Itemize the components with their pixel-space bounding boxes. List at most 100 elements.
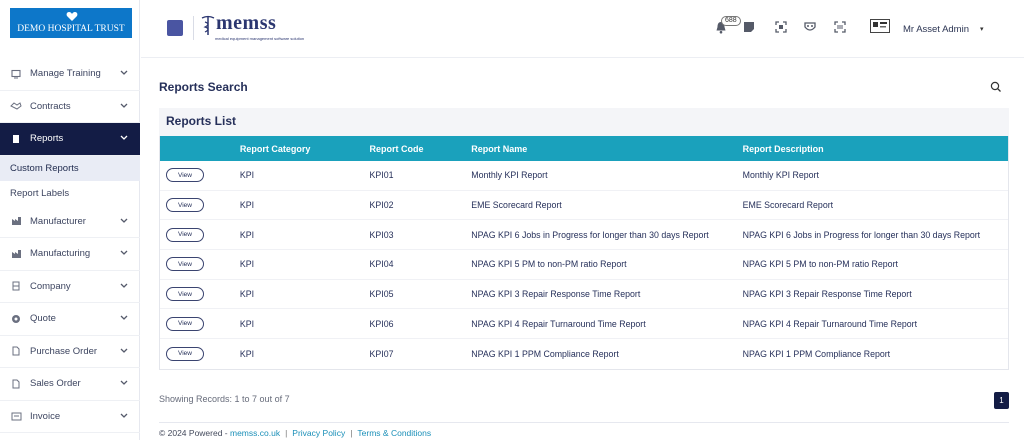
column-header-name[interactable]: Report Name (471, 144, 742, 154)
cell-code: KPI07 (369, 348, 394, 359)
reports-list-header: Reports List (159, 108, 1009, 136)
sidebar-subitem-report-labels[interactable]: Report Labels (0, 181, 140, 206)
cell-name: NPAG KPI 5 PM to non-PM ratio Report (471, 259, 627, 270)
file-icon (10, 378, 22, 390)
cell-name: NPAG KPI 4 Repair Turnaround Time Report (471, 318, 646, 329)
factory-icon (10, 215, 22, 227)
monitor-icon (10, 68, 22, 80)
chevron-down-icon (120, 133, 130, 144)
view-button[interactable]: View (166, 198, 204, 213)
column-header-description[interactable]: Report Description (743, 144, 1008, 154)
chevron-down-icon (120, 346, 130, 357)
footer-site-link[interactable]: memss.co.uk (230, 428, 280, 438)
cell-name: NPAG KPI 6 Jobs in Progress for longer t… (471, 229, 709, 240)
cell-description: Monthly KPI Report (742, 170, 819, 181)
cell-category: KPI (239, 229, 255, 240)
main-content: Reports Search Reports List Report Categ… (141, 59, 1024, 440)
cell-name: NPAG KPI 1 PPM Compliance Report (471, 348, 619, 359)
sidebar-item-label: Contracts (30, 100, 71, 112)
table-header-row: Report Category Report Code Report Name … (160, 136, 1008, 161)
footer-separator: | (285, 428, 288, 438)
sidebar-item-label: Manufacturing (30, 248, 91, 260)
table-row: View KPI KPI07 NPAG KPI 1 PPM Compliance… (160, 339, 1008, 369)
cell-code: KPI03 (369, 229, 394, 240)
cell-code: KPI01 (369, 170, 394, 181)
sidebar-item-contracts[interactable]: Contracts (0, 91, 140, 123)
user-name[interactable]: Mr Asset Admin (903, 24, 969, 35)
sidebar-item-invoice[interactable]: Invoice (0, 401, 140, 433)
cell-description: NPAG KPI 5 PM to non-PM ratio Report (742, 259, 898, 270)
chevron-down-icon (120, 248, 130, 259)
cell-code: KPI05 (369, 289, 394, 300)
sidebar-item-reports[interactable]: Reports (0, 123, 140, 156)
chevron-down-icon (120, 101, 130, 112)
mask-icon[interactable] (803, 20, 817, 34)
footer-terms-link[interactable]: Terms & Conditions (357, 428, 431, 438)
divider (193, 16, 194, 40)
brand-name: DEMO HOSPITAL TRUST (17, 24, 125, 34)
sidebar-item-label: Manage Training (30, 68, 101, 80)
barcode-scan-icon[interactable] (833, 20, 847, 34)
chevron-down-icon (120, 411, 130, 422)
cell-name: NPAG KPI 3 Repair Response Time Report (471, 289, 641, 300)
sidebar-item-manufacturing[interactable]: Manufacturing (0, 238, 140, 271)
view-button[interactable]: View (166, 316, 204, 331)
cell-description: EME Scorecard Report (742, 200, 834, 211)
column-header-category[interactable]: Report Category (240, 144, 370, 154)
cell-category: KPI (239, 170, 255, 181)
notification-count-badge: 688 (721, 16, 741, 26)
view-button[interactable]: View (166, 168, 204, 183)
search-icon[interactable] (990, 80, 1002, 92)
cell-category: KPI (239, 318, 255, 329)
sidebar-item-purchase-order[interactable]: Purchase Order (0, 336, 140, 368)
sidebar-item-label: Quote (30, 313, 56, 325)
memss-logo[interactable]: memss medical equipment management softw… (201, 12, 305, 44)
sidebar-item-manage-training[interactable]: Manage Training (0, 58, 140, 91)
footer: © 2024 Powered - memss.co.uk | Privacy Pol… (159, 422, 1009, 438)
table-row: View KPI KPI06 NPAG KPI 4 Repair Turnaro… (160, 309, 1008, 340)
view-button[interactable]: View (166, 257, 204, 272)
table-row: View KPI KPI04 NPAG KPI 5 PM to non-PM r… (160, 250, 1008, 280)
logo-tagline: medical equipment management software so… (215, 36, 305, 41)
brand-logo[interactable]: DEMO HOSPITAL TRUST (10, 8, 132, 38)
sidebar-item-sales-order[interactable]: Sales Order (0, 368, 140, 401)
pagination-page-1[interactable]: 1 (994, 392, 1009, 409)
qr-scan-icon[interactable] (774, 20, 788, 34)
logo-text: memss (216, 12, 277, 34)
table-row: View KPI KPI02 EME Scorecard Report EME … (160, 191, 1008, 221)
sidebar-item-label: Sales Order (30, 378, 81, 390)
cell-description: NPAG KPI 1 PPM Compliance Report (742, 348, 891, 359)
sidebar-item-manufacturer[interactable]: Manufacturer (0, 206, 140, 238)
footer-privacy-link[interactable]: Privacy Policy (292, 428, 345, 438)
reports-table: Report Category Report Code Report Name … (159, 136, 1009, 370)
menu-toggle-button[interactable] (167, 20, 183, 36)
reports-list-title: Reports List (166, 114, 237, 128)
caduceus-icon (201, 15, 215, 35)
view-button[interactable]: View (166, 227, 204, 242)
chevron-down-icon (120, 68, 130, 79)
table-row: View KPI KPI01 Monthly KPI Report Monthl… (160, 161, 1008, 191)
column-header-code[interactable]: Report Code (370, 144, 472, 154)
building-icon (10, 280, 22, 292)
table-row: View KPI KPI03 NPAG KPI 6 Jobs in Progre… (160, 220, 1008, 251)
sidebar: DEMO HOSPITAL TRUST Manage Training Cont… (0, 0, 140, 440)
sticky-note-icon[interactable] (742, 20, 756, 34)
cell-category: KPI (239, 289, 255, 300)
sidebar-item-quote[interactable]: Quote (0, 303, 140, 336)
chevron-down-icon (120, 313, 130, 324)
sidebar-item-company[interactable]: Company (0, 271, 140, 303)
handshake-icon (10, 100, 22, 112)
cell-category: KPI (239, 200, 255, 211)
cell-code: KPI04 (369, 259, 394, 270)
quote-icon (10, 313, 22, 325)
cell-code: KPI02 (369, 200, 394, 211)
document-icon (10, 133, 22, 145)
chevron-down-icon[interactable]: ▾ (980, 25, 984, 33)
view-button[interactable]: View (166, 346, 204, 361)
view-button[interactable]: View (166, 287, 204, 302)
footer-separator: | (350, 428, 353, 438)
cell-description: NPAG KPI 3 Repair Response Time Report (742, 289, 912, 300)
factory-icon (10, 248, 22, 260)
sidebar-subitem-custom-reports[interactable]: Custom Reports (0, 155, 140, 181)
avatar[interactable] (870, 19, 890, 33)
